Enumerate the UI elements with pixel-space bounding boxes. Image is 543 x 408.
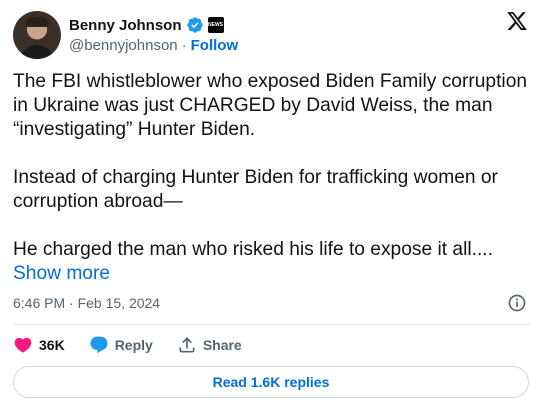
avatar-hair	[25, 17, 49, 27]
author-name-row: Benny Johnson NEWS	[69, 15, 224, 35]
share-button[interactable]: Share	[177, 335, 242, 355]
tweet-meta: 6:46 PM · Feb 15, 2024	[13, 293, 531, 313]
heart-icon	[14, 337, 32, 353]
author-handle[interactable]: @bennyjohnson	[69, 37, 178, 54]
affiliation-badge-icon[interactable]: NEWS	[207, 17, 224, 33]
avatar[interactable]	[13, 11, 61, 59]
show-more-link[interactable]: Show more	[13, 263, 110, 284]
reply-button[interactable]: Reply	[89, 335, 153, 355]
reply-bubble-icon	[90, 336, 108, 354]
tweet-paragraph: He charged the man who risked his life t…	[13, 239, 493, 260]
follow-button[interactable]: Follow	[191, 37, 239, 54]
like-button[interactable]: 36K	[13, 335, 65, 355]
share-label: Share	[202, 337, 242, 353]
tweet-body: The FBI whistleblower who exposed Biden …	[13, 70, 533, 286]
divider	[13, 324, 531, 325]
tweet-header: Benny Johnson NEWS @bennyjohnson · Follo…	[13, 11, 531, 59]
like-count: 36K	[39, 337, 65, 353]
tweet-actions: 36K Reply Share	[13, 334, 242, 356]
tweet-timestamp[interactable]: 6:46 PM · Feb 15, 2024	[13, 295, 160, 311]
avatar-shirt	[19, 45, 55, 59]
info-icon[interactable]	[507, 293, 527, 313]
affiliation-badge-text: NEWS	[208, 21, 224, 28]
share-upload-icon	[179, 337, 195, 353]
tweet-paragraph: The FBI whistleblower who exposed Biden …	[13, 71, 533, 140]
author-handle-row: @bennyjohnson · Follow	[69, 37, 238, 54]
author-name[interactable]: Benny Johnson	[69, 17, 182, 34]
reply-label: Reply	[114, 337, 153, 353]
tweet-paragraph: Instead of charging Hunter Biden for tra…	[13, 167, 504, 212]
read-replies-button[interactable]: Read 1.6K replies	[13, 366, 529, 398]
verified-badge-icon	[186, 17, 203, 33]
tweet-card: Benny Johnson NEWS @bennyjohnson · Follo…	[0, 0, 543, 408]
handle-separator: ·	[181, 37, 187, 54]
x-logo-icon[interactable]	[506, 10, 528, 32]
